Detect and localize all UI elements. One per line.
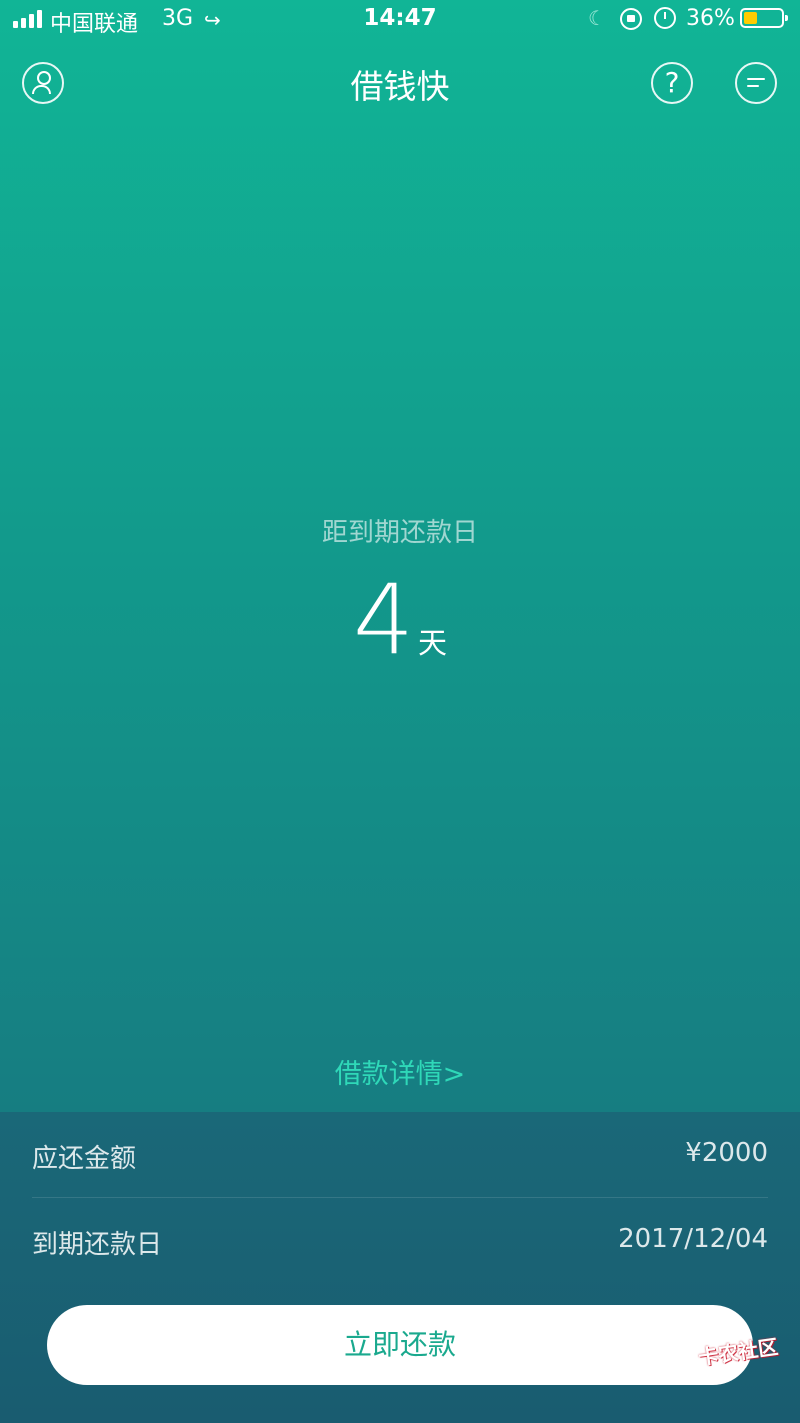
due-date-row: 到期还款日 2017/12/04 — [32, 1198, 768, 1283]
countdown-label: 距到期还款日 — [321, 518, 478, 548]
battery-percentage: 36% — [686, 6, 735, 31]
amount-due-row: 应还金额 ¥2000 — [32, 1112, 768, 1198]
amount-due-label: 应还金额 — [32, 1144, 137, 1174]
orientation-lock-icon — [620, 8, 642, 30]
user-profile-button[interactable] — [22, 62, 64, 104]
alarm-clock-icon — [654, 7, 676, 29]
signal-strength-icon — [13, 10, 42, 28]
call-forward-icon: ↪ — [204, 8, 221, 32]
battery-level-fill — [744, 12, 757, 24]
do-not-disturb-moon-icon: ☾ — [588, 6, 606, 30]
carrier-name: 中国联通 — [50, 12, 139, 37]
due-date-label: 到期还款日 — [32, 1230, 163, 1260]
amount-due-value: ¥2000 — [685, 1138, 768, 1168]
status-bar: 中国联通 3G ↪ 14:47 ☾ 36% — [0, 0, 800, 40]
menu-line-bottom — [747, 85, 759, 87]
status-time: 14:47 — [363, 5, 437, 31]
navigation-bar: 借钱快 ? — [0, 52, 800, 116]
help-question-icon[interactable]: ? — [651, 62, 693, 104]
menu-line-top — [747, 78, 765, 80]
user-icon-head — [37, 71, 51, 85]
countdown-display: 4天 — [0, 570, 800, 670]
loan-details-link[interactable]: 借款详情> — [0, 1052, 800, 1091]
user-icon-body — [32, 85, 51, 94]
repay-now-button[interactable]: 立即还款 — [47, 1305, 753, 1385]
countdown-days-value: 4 — [352, 564, 415, 676]
network-type: 3G — [162, 6, 194, 31]
countdown-days-unit: 天 — [418, 626, 448, 660]
due-date-value: 2017/12/04 — [618, 1224, 768, 1254]
page-title: 借钱快 — [350, 67, 450, 106]
battery-icon — [740, 8, 788, 28]
message-menu-icon[interactable] — [735, 62, 777, 104]
